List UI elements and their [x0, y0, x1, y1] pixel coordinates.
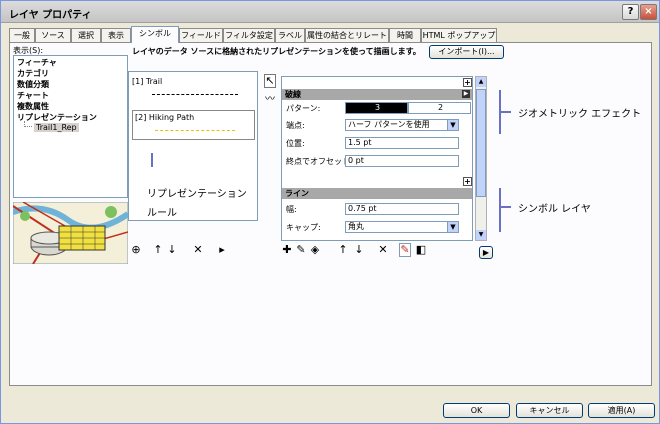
- tab-display[interactable]: 表示: [101, 28, 131, 43]
- tab-html-popup[interactable]: HTML ポップアップ: [421, 28, 497, 43]
- show-item-multiple-attributes[interactable]: 複数属性: [17, 101, 49, 112]
- callout-tick-layers: [501, 206, 511, 208]
- tab-general[interactable]: 一般: [9, 28, 35, 43]
- layers-toolbar: ✚ ✎ ◈ ↑ ↓ ✕ ✎ ◧: [281, 243, 481, 259]
- add-fill-icon[interactable]: ◈: [309, 244, 321, 256]
- layer-properties-window: レイヤ プロパティ ? × 一般 ソース 選択 表示 シンボル フィールド フィ…: [0, 0, 660, 424]
- edit-pencil-icon[interactable]: ✎: [399, 243, 411, 257]
- properties-grid: + 破線 ▶ パターン: 3 2 端点: ハーフ パターンを使用 ▼ 位置: 1…: [281, 76, 473, 241]
- callout-tick-geom: [501, 111, 511, 113]
- line-symbol-icon[interactable]: 〰: [264, 94, 276, 106]
- show-subitem-trail-rep[interactable]: Trail1_Rep: [34, 123, 79, 132]
- import-button[interactable]: インポート(I)...: [429, 45, 504, 59]
- apply-button[interactable]: 適用(A): [588, 403, 655, 418]
- symbology-panel: 表示(S): フィーチャ カテゴリ 数値分類 チャート 複数属性 リプレゼンテー…: [9, 42, 652, 386]
- rule-line-preview: [152, 94, 238, 95]
- tab-selection[interactable]: 選択: [71, 28, 101, 43]
- tree-connector: [24, 121, 32, 127]
- tab-definition-query[interactable]: フィルタ設定: [223, 28, 275, 43]
- tab-labels[interactable]: ラベル: [275, 28, 305, 43]
- show-item-charts[interactable]: チャート: [17, 90, 49, 101]
- section-dash: 破線 ▶: [282, 89, 472, 100]
- select-arrow-icon[interactable]: ↖: [264, 74, 276, 88]
- position-label: 位置:: [286, 139, 305, 148]
- tab-symbology[interactable]: シンボル: [131, 26, 179, 43]
- title-bar: レイヤ プロパティ ? ×: [1, 1, 659, 23]
- endpoints-label: 端点:: [286, 121, 305, 130]
- add-marker-icon[interactable]: ✎: [295, 244, 307, 256]
- preview-thumbnail: [13, 202, 128, 264]
- show-item-features[interactable]: フィーチャ: [17, 57, 57, 68]
- rule-item-hiking-path[interactable]: [2] Hiking Path: [132, 110, 255, 140]
- help-button[interactable]: ?: [622, 4, 639, 20]
- ok-button[interactable]: OK: [443, 403, 510, 418]
- position-field[interactable]: 1.5 pt: [345, 137, 459, 149]
- layer-icon[interactable]: ◧: [415, 244, 427, 256]
- callout-geometric-effects: ジオメトリック エフェクト: [518, 109, 642, 120]
- callout-rep-rules-1: リプレゼンテーション: [147, 189, 247, 200]
- more-arrow-button[interactable]: ▶: [479, 246, 493, 259]
- move-down-icon[interactable]: ↓: [353, 244, 365, 256]
- width-label: 幅:: [286, 205, 297, 214]
- callout-rep-rules-2: ルール: [147, 208, 177, 219]
- delete-icon[interactable]: ✕: [377, 244, 389, 256]
- cap-label: キャップ:: [286, 223, 321, 232]
- add-rule-icon[interactable]: ⊕: [130, 244, 142, 256]
- cancel-button[interactable]: キャンセル: [516, 403, 583, 418]
- close-button[interactable]: ×: [640, 4, 657, 20]
- callout-bracket-layers: [499, 188, 501, 232]
- renderer-description: レイヤのデータ ソースに格納されたリプレゼンテーションを使って描画します。: [132, 47, 421, 56]
- callout-line-rules: [151, 153, 153, 167]
- show-item-categories[interactable]: カテゴリ: [17, 68, 49, 79]
- rule-label: [2] Hiking Path: [135, 113, 195, 122]
- pattern-dash-cell[interactable]: 3: [345, 102, 408, 114]
- callout-symbol-layers: シンボル レイヤ: [518, 204, 591, 215]
- move-up-icon[interactable]: ↑: [337, 244, 349, 256]
- offset-label: 終点でオフセット:: [286, 157, 353, 166]
- offset-field[interactable]: 0 pt: [345, 155, 459, 167]
- show-list[interactable]: フィーチャ カテゴリ 数値分類 チャート 複数属性 リプレゼンテーション Tra…: [13, 55, 128, 198]
- window-title: レイヤ プロパティ: [9, 10, 92, 21]
- expand-icon[interactable]: ▶: [462, 90, 470, 98]
- scroll-down-icon[interactable]: ▼: [476, 230, 486, 240]
- section-line: ライン: [282, 188, 472, 199]
- symbol-toolbar: ↖ 〰: [264, 74, 280, 234]
- scroll-thumb[interactable]: [476, 89, 486, 197]
- chevron-down-icon[interactable]: ▼: [447, 120, 458, 130]
- show-item-quantities[interactable]: 数値分類: [17, 79, 49, 90]
- scroll-up-icon[interactable]: ▲: [476, 77, 486, 87]
- width-field[interactable]: 0.75 pt: [345, 203, 459, 215]
- rule-item-trail[interactable]: [1] Trail: [132, 75, 255, 101]
- delete-icon[interactable]: ✕: [192, 244, 204, 256]
- tab-joins-relates[interactable]: 属性の結合とリレート: [305, 28, 389, 43]
- rule-line-preview: [155, 130, 235, 131]
- pattern-gap-cell[interactable]: 2: [408, 102, 471, 114]
- chevron-down-icon[interactable]: ▼: [447, 222, 458, 232]
- pattern-label: パターン:: [286, 104, 321, 113]
- tab-fields[interactable]: フィールド: [179, 28, 223, 43]
- play-icon[interactable]: ▸: [216, 244, 228, 256]
- add-effect-icon[interactable]: ✚: [281, 244, 293, 256]
- tab-time[interactable]: 時間: [389, 28, 421, 43]
- rules-toolbar: ⊕ ↑ ↓ ✕ ▸: [128, 243, 248, 259]
- rule-label: [1] Trail: [132, 77, 163, 86]
- add-effect-button[interactable]: +: [463, 78, 472, 87]
- cap-combo[interactable]: 角丸 ▼: [345, 221, 459, 233]
- tab-source[interactable]: ソース: [35, 28, 71, 43]
- move-down-icon[interactable]: ↓: [166, 244, 178, 256]
- endpoints-combo[interactable]: ハーフ パターンを使用 ▼: [345, 119, 459, 131]
- add-layer-button[interactable]: +: [463, 177, 472, 186]
- move-up-icon[interactable]: ↑: [152, 244, 164, 256]
- properties-scrollbar[interactable]: ▲ ▼: [475, 76, 487, 241]
